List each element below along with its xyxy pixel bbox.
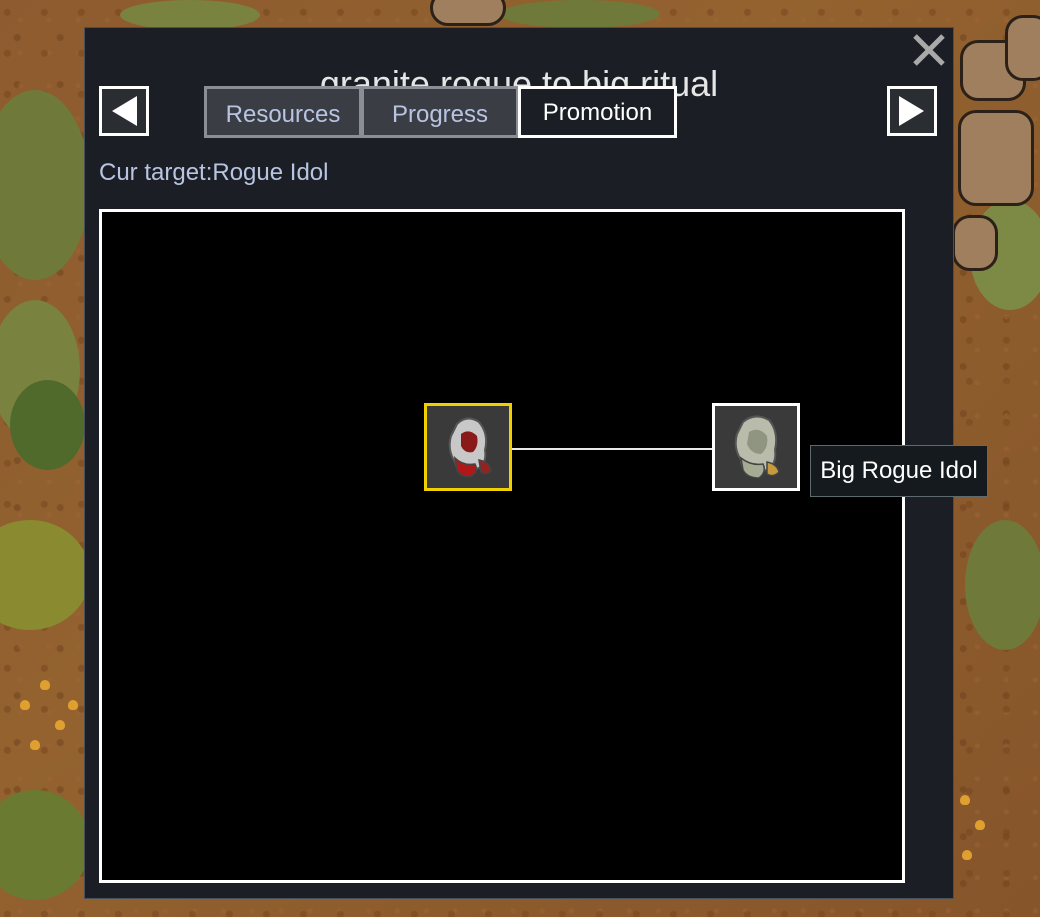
previous-button[interactable]	[99, 86, 149, 136]
flower	[975, 820, 985, 830]
tab-label: Resources	[225, 101, 341, 128]
tab-promotion[interactable]: Promotion	[518, 86, 677, 138]
tab-label: Promotion	[542, 99, 653, 126]
grass-patch	[120, 0, 260, 30]
rock-chunk	[430, 0, 506, 26]
tree-node-big-rogue-idol[interactable]	[712, 403, 800, 491]
flower	[962, 850, 972, 860]
tab-label: Progress	[391, 101, 489, 128]
big-rogue-idol-icon	[734, 415, 780, 479]
rogue-idol-icon	[448, 417, 492, 478]
next-button[interactable]	[887, 86, 937, 136]
rock-chunk	[952, 215, 998, 271]
flower	[55, 720, 65, 730]
tree-node-rogue-idol[interactable]	[424, 403, 512, 491]
current-target-label: Cur target:Rogue Idol	[99, 159, 329, 186]
flower	[40, 680, 50, 690]
arrow-right-icon	[899, 96, 924, 126]
grass-patch	[500, 0, 660, 28]
promotion-tree-canvas	[99, 209, 905, 883]
close-button[interactable]	[909, 30, 949, 70]
close-x-icon	[913, 34, 945, 66]
rock-chunk	[1005, 15, 1040, 81]
rock-chunk	[958, 110, 1034, 206]
tab-progress[interactable]: Progress	[361, 86, 519, 138]
grass-patch	[965, 520, 1040, 650]
arrow-left-icon	[112, 96, 137, 126]
flower	[960, 795, 970, 805]
tree-canopy	[10, 380, 85, 470]
node-tooltip: Big Rogue Idol	[810, 445, 988, 497]
tab-resources[interactable]: Resources	[204, 86, 362, 138]
flower	[30, 740, 40, 750]
flower	[20, 700, 30, 710]
flower	[68, 700, 78, 710]
tree-connector-line	[512, 448, 714, 450]
